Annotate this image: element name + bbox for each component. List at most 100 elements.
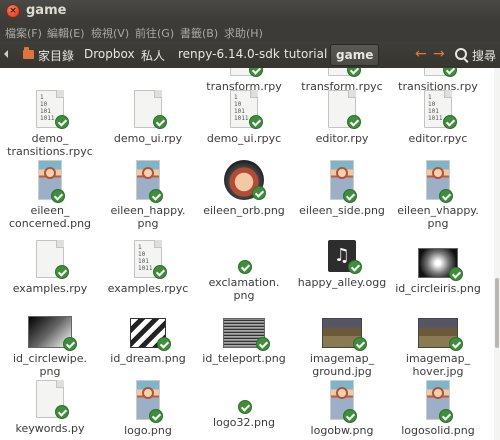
file-grid: transform.rpy1101011011transform.rpyctra… bbox=[0, 68, 500, 440]
file-item[interactable]: eileen_ concerned.png bbox=[2, 160, 98, 230]
file-item[interactable]: id_circleiris.png bbox=[390, 240, 486, 295]
sync-check-icon bbox=[157, 337, 171, 351]
file-item[interactable]: logobw.png bbox=[294, 380, 390, 437]
file-item[interactable]: id_teleport.png bbox=[196, 310, 292, 365]
sync-check-icon bbox=[439, 409, 453, 423]
file-item[interactable]: examples.rpy bbox=[2, 240, 98, 295]
file-name-label: keywords.py bbox=[15, 422, 85, 435]
file-item[interactable]: id_circlewipe. png bbox=[2, 310, 98, 378]
file-item[interactable]: editor.rpy bbox=[294, 90, 390, 145]
file-item[interactable]: 1 10 101 1011 editor.rpyc bbox=[390, 90, 486, 145]
file-name-label: exclamation. png bbox=[208, 276, 280, 302]
file-item[interactable]: logo.png bbox=[100, 380, 196, 437]
sync-check-icon bbox=[348, 260, 362, 274]
scroll-left-icon[interactable] bbox=[4, 50, 8, 58]
sync-check-icon bbox=[149, 409, 163, 423]
sync-check-icon bbox=[252, 186, 266, 200]
image-thumbnail-icon bbox=[322, 318, 367, 351]
file-name-label: eileen_ concerned.png bbox=[8, 204, 92, 230]
close-window-button[interactable]: × bbox=[6, 4, 20, 18]
file-name-label: logobw.png bbox=[310, 424, 374, 437]
text-file-icon bbox=[230, 68, 263, 77]
text-file-icon bbox=[424, 68, 457, 77]
search-button-label[interactable]: 搜尋 bbox=[472, 47, 496, 64]
breadcrumb-game[interactable]: game bbox=[330, 44, 380, 66]
sync-check-icon bbox=[153, 115, 167, 129]
menu-edit[interactable]: 編輯(E) bbox=[47, 25, 85, 41]
file-item[interactable]: 1 10 101 1011 demo_ transitions.rpyc bbox=[2, 90, 98, 158]
file-name-label: id_teleport.png bbox=[202, 352, 286, 365]
breadcrumb-home[interactable]: 家目錄 bbox=[38, 47, 74, 64]
file-item[interactable]: eileen_side.png bbox=[294, 160, 390, 217]
file-item[interactable]: imagemap_ hover.jpg bbox=[390, 310, 486, 378]
sync-check-icon bbox=[51, 189, 65, 203]
menu-view[interactable]: 檢視(V) bbox=[91, 25, 129, 41]
file-name-label: logosolid.png bbox=[401, 424, 475, 437]
breadcrumb-renpy[interactable]: renpy-6.14.0-sdk bbox=[178, 47, 280, 61]
file-name-label: id_circlewipe. png bbox=[12, 352, 88, 378]
file-item[interactable]: eileen_orb.png bbox=[196, 160, 292, 217]
file-item[interactable]: eileen_vhappy. png bbox=[390, 160, 486, 230]
sync-check-icon bbox=[63, 337, 77, 351]
file-name-label: examples.rpyc bbox=[107, 282, 189, 295]
sync-check-icon bbox=[353, 337, 367, 351]
sync-check-icon bbox=[55, 265, 69, 279]
binary-file-icon: 1101011011 bbox=[134, 240, 167, 279]
menu-go[interactable]: 前往(G) bbox=[135, 25, 174, 41]
file-name-label: logo32.png bbox=[213, 416, 275, 429]
file-item[interactable]: logosolid.png bbox=[390, 380, 486, 437]
file-item[interactable]: keywords.py bbox=[2, 380, 98, 435]
sync-check-icon bbox=[343, 409, 357, 423]
image-thumbnail-icon bbox=[28, 316, 77, 351]
image-thumbnail-icon bbox=[130, 318, 171, 351]
sync-check-icon bbox=[449, 337, 463, 351]
file-item[interactable]: 1 10 101 1011 examples.rpyc bbox=[100, 240, 196, 295]
image-thumbnail-icon bbox=[238, 260, 252, 274]
title-bar: × game bbox=[0, 0, 500, 22]
file-name-label: imagemap_ hover.jpg bbox=[405, 352, 471, 378]
scrollbar-thumb[interactable] bbox=[495, 278, 499, 348]
file-name-label: happy_alley.ogg bbox=[297, 276, 387, 289]
text-file-icon bbox=[328, 90, 361, 129]
sync-check-icon bbox=[153, 265, 167, 279]
breadcrumb-private[interactable]: 私人 bbox=[141, 47, 165, 64]
file-name-label: id_dream.png bbox=[110, 352, 186, 365]
sync-check-icon bbox=[347, 115, 361, 129]
file-name-label: eileen_orb.png bbox=[203, 204, 285, 217]
breadcrumb-dropbox[interactable]: Dropbox bbox=[84, 47, 135, 61]
file-name-label: logo.png bbox=[124, 424, 172, 437]
file-item[interactable]: id_dream.png bbox=[100, 310, 196, 365]
file-name-label: editor.rpy bbox=[315, 132, 369, 145]
search-icon[interactable] bbox=[455, 48, 467, 60]
image-thumbnail-icon bbox=[136, 380, 163, 423]
forward-arrow-icon[interactable]: → bbox=[433, 46, 445, 62]
menu-bar: 檔案(F) 編輯(E) 檢視(V) 前往(G) 書籤(B) 求助(H) bbox=[0, 22, 500, 42]
back-arrow-icon[interactable]: ← bbox=[415, 46, 427, 62]
menu-file[interactable]: 檔案(F) bbox=[5, 25, 42, 41]
file-item[interactable]: eileen_happy. png bbox=[100, 160, 196, 230]
binary-file-icon: 1101011011 bbox=[424, 90, 457, 129]
image-thumbnail-icon bbox=[136, 160, 163, 203]
sync-check-icon bbox=[238, 400, 252, 414]
home-folder-icon bbox=[23, 47, 34, 59]
file-item[interactable]: ♫ happy_alley.ogg bbox=[294, 240, 390, 289]
audio-file-icon: ♫ bbox=[328, 240, 362, 274]
file-item[interactable]: imagemap_ ground.jpg bbox=[294, 310, 390, 378]
file-item[interactable]: demo_ui.rpy bbox=[100, 90, 196, 145]
sync-check-icon bbox=[55, 405, 69, 419]
file-item[interactable]: 1 10 101 1011 demo_ui.rpyc bbox=[196, 90, 292, 145]
menu-bookmarks[interactable]: 書籤(B) bbox=[180, 25, 218, 41]
scrollbar[interactable] bbox=[494, 68, 500, 440]
sync-check-icon bbox=[249, 115, 263, 129]
image-thumbnail-icon bbox=[238, 400, 252, 414]
file-item[interactable]: exclamation. png bbox=[196, 240, 292, 302]
file-name-label: editor.rpyc bbox=[408, 132, 468, 145]
image-thumbnail-icon bbox=[418, 318, 463, 351]
file-item[interactable]: logo32.png bbox=[196, 380, 292, 429]
image-thumbnail-icon bbox=[330, 160, 357, 203]
text-file-icon bbox=[36, 240, 69, 279]
file-name-label: id_circleiris.png bbox=[395, 282, 481, 295]
breadcrumb-tutorial[interactable]: tutorial bbox=[284, 47, 327, 61]
image-thumbnail-icon bbox=[330, 380, 357, 423]
menu-help[interactable]: 求助(H) bbox=[224, 25, 263, 41]
